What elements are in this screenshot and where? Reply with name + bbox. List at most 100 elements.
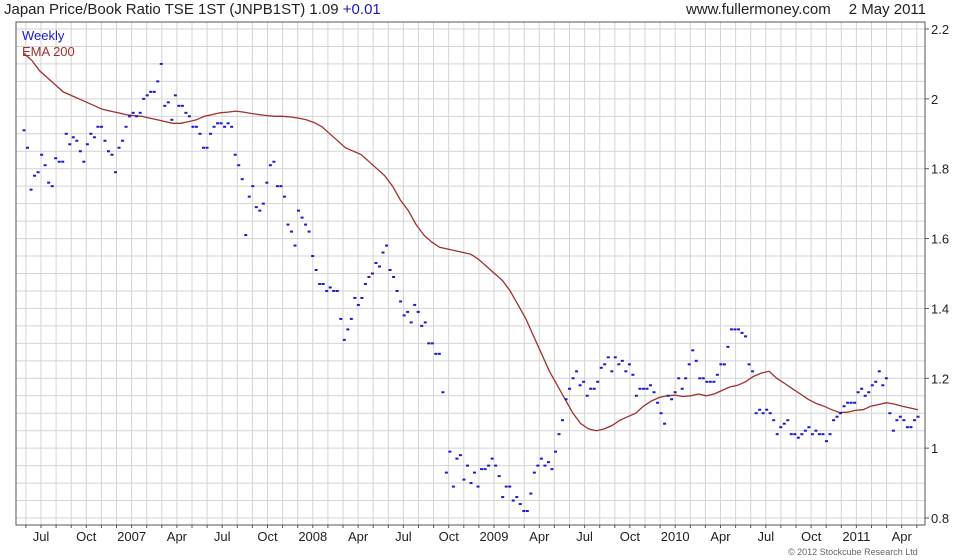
weekly-point: [782, 422, 786, 425]
weekly-point: [304, 223, 308, 226]
weekly-point: [346, 328, 350, 331]
x-tick-label: Oct: [439, 529, 460, 544]
weekly-point: [300, 216, 304, 219]
weekly-point: [606, 356, 610, 359]
weekly-point: [152, 90, 156, 93]
ema-200-line: [23, 52, 919, 432]
weekly-point: [515, 496, 519, 499]
weekly-point: [870, 384, 874, 387]
weekly-point: [36, 171, 40, 174]
weekly-point: [659, 412, 663, 415]
weekly-point: [698, 377, 702, 380]
weekly-point: [673, 391, 677, 394]
weekly-point: [388, 269, 392, 272]
y-tick-label: 0.8: [931, 511, 949, 526]
weekly-point: [719, 363, 723, 366]
weekly-point: [832, 419, 836, 422]
weekly-point: [842, 405, 846, 408]
weekly-point: [575, 370, 579, 373]
weekly-point: [736, 328, 740, 331]
weekly-point: [335, 289, 339, 292]
weekly-point: [261, 202, 265, 205]
weekly-point: [508, 485, 512, 488]
weekly-point: [57, 160, 61, 163]
grid-lines: [16, 22, 925, 525]
weekly-point: [729, 328, 733, 331]
weekly-point: [363, 282, 367, 285]
weekly-point: [670, 398, 674, 401]
weekly-point: [430, 342, 434, 345]
weekly-point: [307, 230, 311, 233]
weekly-point: [487, 464, 491, 467]
weekly-point: [367, 275, 371, 278]
weekly-point: [138, 111, 142, 114]
weekly-point: [85, 143, 89, 146]
x-tick-label: 2009: [480, 529, 509, 544]
weekly-point: [867, 391, 871, 394]
weekly-point: [775, 433, 779, 436]
x-tick-label: 2011: [842, 529, 870, 544]
weekly-point: [874, 380, 878, 383]
credit-text: © 2012 Stockcube Research Ltd: [788, 547, 918, 557]
weekly-point: [131, 111, 135, 114]
weekly-point: [191, 125, 195, 128]
weekly-point: [159, 62, 163, 65]
weekly-point: [817, 433, 821, 436]
weekly-point: [726, 345, 730, 348]
x-tick-label: Jul: [214, 529, 231, 544]
y-tick-label: 1.4: [931, 301, 949, 316]
weekly-point: [212, 125, 216, 128]
x-tick-label: Oct: [801, 529, 822, 544]
weekly-point: [772, 419, 776, 422]
weekly-point: [853, 401, 857, 404]
weekly-point: [61, 160, 65, 163]
weekly-point: [458, 454, 462, 457]
weekly-point: [282, 195, 286, 198]
x-tick-label: Oct: [620, 529, 641, 544]
weekly-point: [620, 359, 624, 362]
x-tick-label: Jul: [576, 529, 593, 544]
weekly-point: [550, 468, 554, 471]
weekly-point: [877, 370, 881, 373]
weekly-point: [705, 380, 709, 383]
weekly-point: [22, 129, 26, 132]
weekly-point: [909, 426, 913, 429]
weekly-point: [803, 429, 807, 432]
weekly-point: [754, 412, 758, 415]
weekly-point: [289, 230, 293, 233]
weekly-point: [473, 471, 477, 474]
weekly-point: [684, 377, 688, 380]
weekly-point: [275, 185, 279, 188]
weekly-point: [29, 188, 33, 191]
weekly-point: [180, 104, 184, 107]
weekly-point: [821, 433, 825, 436]
weekly-point: [258, 209, 262, 212]
weekly-point: [149, 90, 153, 93]
x-tick-label: 2010: [661, 529, 690, 544]
weekly-point: [406, 310, 410, 313]
weekly-point: [89, 132, 93, 135]
weekly-point: [641, 387, 645, 390]
weekly-point: [427, 342, 431, 345]
weekly-point: [82, 160, 86, 163]
weekly-point: [687, 363, 691, 366]
weekly-point: [78, 150, 82, 153]
weekly-point: [413, 303, 417, 306]
weekly-point: [40, 153, 44, 156]
weekly-point: [610, 370, 614, 373]
weekly-point: [216, 122, 220, 125]
x-tick-label: Jul: [33, 529, 50, 544]
weekly-point: [237, 164, 241, 167]
weekly-point: [170, 118, 174, 121]
weekly-point: [553, 450, 557, 453]
weekly-point: [846, 401, 850, 404]
weekly-point: [677, 377, 681, 380]
weekly-point: [592, 387, 596, 390]
weekly-point: [420, 324, 424, 327]
weekly-point: [230, 125, 234, 128]
weekly-point: [839, 412, 843, 415]
weekly-point: [110, 153, 114, 156]
weekly-point: [226, 122, 230, 125]
weekly-point: [638, 387, 642, 390]
weekly-point: [444, 471, 448, 474]
